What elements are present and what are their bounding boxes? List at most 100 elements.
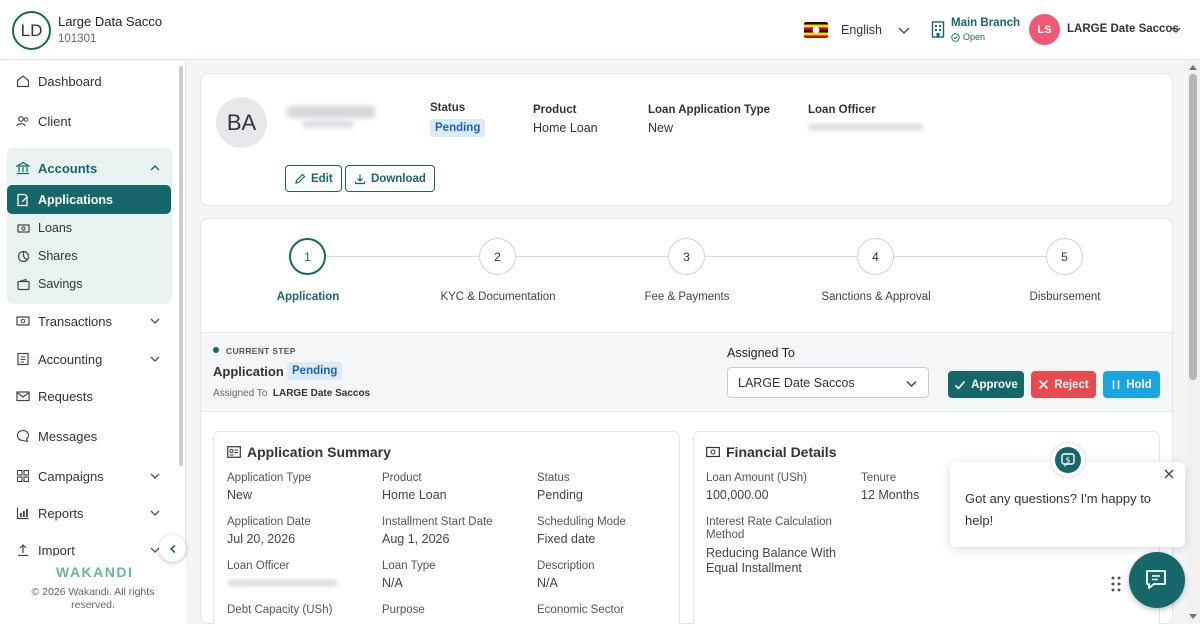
step-1-circle[interactable]: 1 [289,238,326,275]
org-name: Large Data Sacco [58,14,163,29]
hold-button[interactable]: Hold [1103,371,1160,398]
uganda-flag-icon[interactable] [804,22,828,38]
step-2-label[interactable]: KYC & Documentation [418,291,578,303]
step-2-circle[interactable]: 2 [479,238,516,275]
chevron-down-icon[interactable] [149,315,161,327]
sidebar: Dashboard Client Accounts Applications L… [0,61,186,624]
chat-message: Got any questions? I'm happy to help! [965,491,1152,528]
scroll-up-icon[interactable] [1189,64,1197,70]
chevron-down-icon[interactable] [897,23,911,37]
collapse-sidebar-button[interactable] [159,535,186,562]
approve-button[interactable]: Approve [948,371,1024,398]
download-button[interactable]: Download [345,165,435,192]
chevron-down-icon[interactable] [1170,24,1182,36]
close-icon[interactable] [1163,468,1175,480]
id-card-icon [227,446,241,458]
current-step-panel [201,332,1172,412]
cash-icon [16,314,30,328]
step-4-label[interactable]: Sanctions & Approval [796,291,956,303]
applicant-avatar: BA [216,97,267,148]
chat-launcher-button[interactable] [1129,552,1185,608]
drag-handle-icon[interactable] [1110,575,1122,593]
assigned-name: LARGE Date Saccos [272,388,371,399]
step-5-circle[interactable]: 5 [1046,238,1083,275]
home-icon [16,74,30,88]
step-3-circle[interactable]: 3 [668,238,705,275]
chevron-down-icon[interactable] [149,353,161,365]
sidebar-item-accounts[interactable]: Accounts [16,157,166,179]
product-value: Home Loan [533,121,598,135]
chevron-down-icon[interactable] [149,470,161,482]
reject-button[interactable]: Reject [1031,371,1096,398]
application-summary-title: Application Summary [227,444,391,460]
sidebar-item-loans[interactable]: Loans [17,221,72,235]
loan-officer-redacted [808,124,923,130]
sidebar-item-label: Client [38,113,72,129]
step-5-label[interactable]: Disbursement [985,291,1145,303]
tenure-value: 12 Months [861,488,920,502]
ledger-icon [16,352,30,366]
step-4-circle[interactable]: 4 [857,238,894,275]
sidebar-item-shares[interactable]: Shares [17,249,78,263]
user-name[interactable]: LARGE Date Saccos [1067,23,1179,35]
sidebar-item-dashboard[interactable]: Dashboard [16,70,102,92]
scroll-down-icon[interactable] [1189,614,1197,620]
financial-details-title: Financial Details [706,444,836,460]
users-icon [16,114,30,128]
sidebar-item-applications[interactable]: Applications [7,185,171,214]
main-scrollbar-thumb[interactable] [1189,74,1197,380]
status-badge: Pending [430,119,486,137]
sidebar-item-client[interactable]: Client [16,110,71,132]
user-avatar[interactable]: LS [1029,14,1060,45]
sidebar-scrollbar[interactable] [179,66,183,466]
field-value: Jul 20, 2026 [227,532,296,546]
sidebar-item-reports[interactable]: Reports [16,502,166,524]
step-1-label[interactable]: Application [228,291,388,303]
application-summary-title-text: Application Summary [247,444,391,460]
field-label: Loan Officer [227,560,290,572]
download-icon [354,173,366,185]
wallet-icon [17,278,30,291]
sidebar-item-campaigns[interactable]: Campaigns [16,465,166,487]
upload-icon [16,543,30,557]
grid-icon [16,469,30,483]
interest-method-value: Reducing Balance With Equal Installment [706,546,836,575]
download-button-label: Download [371,172,426,185]
applicant-name-redacted [287,106,375,118]
sidebar-item-label: Shares [38,249,78,263]
top-bar [0,0,1200,60]
field-label: Product [382,472,422,484]
chat-bubble-icon [1144,567,1170,593]
sidebar-item-label: Savings [38,277,83,291]
sidebar-item-transactions[interactable]: Transactions [16,310,166,332]
check-icon [954,379,966,391]
loan-amount-label: Loan Amount (USh) [706,472,808,484]
sidebar-item-label: Loans [38,221,73,235]
check-circle-icon [951,32,960,42]
edit-button[interactable]: Edit [285,165,342,192]
field-label: Economic Sector [537,604,624,616]
mail-icon [16,389,30,403]
sidebar-item-requests[interactable]: Requests [16,385,93,407]
sidebar-item-accounting[interactable]: Accounting [16,348,166,370]
sidebar-item-messages[interactable]: Messages [16,425,97,447]
sidebar-item-label: Transactions [38,313,112,329]
interest-method-label: Interest Rate Calculation Method [706,516,832,541]
chat-icon [16,429,30,443]
sidebar-item-label: Campaigns [38,468,104,484]
sidebar-item-savings[interactable]: Savings [17,277,82,291]
chevron-down-icon[interactable] [149,507,161,519]
svg-text:$: $ [1065,456,1070,465]
org-avatar[interactable]: LD [12,11,51,50]
loan-officer-value-redacted [228,580,338,586]
field-value: N/A [382,576,403,590]
edit-document-icon [16,193,30,207]
field-label: Application Date [227,516,311,528]
sidebar-item-label: Applications [38,192,114,207]
branch-name[interactable]: Main Branch [951,17,1020,29]
assigned-to-select[interactable]: LARGE Date Saccos [727,367,929,398]
step-3-label[interactable]: Fee & Payments [607,291,767,303]
language-selector[interactable]: English [841,23,882,37]
chevron-up-icon[interactable] [149,162,161,174]
status-label: Status [430,102,466,114]
